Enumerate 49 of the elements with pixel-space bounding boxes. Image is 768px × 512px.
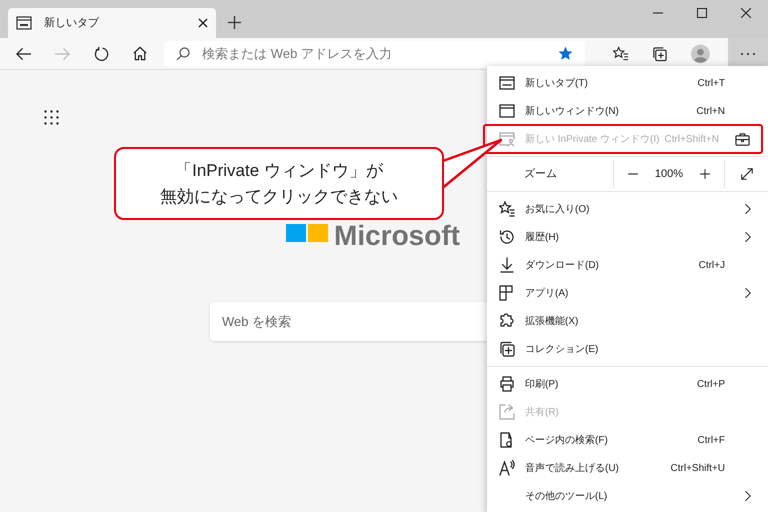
search-placeholder: Web を検索	[222, 312, 292, 331]
minimize-icon[interactable]	[653, 12, 663, 14]
callout-text: 「InPrivate ウィンドウ」が 無効になってクリックできない	[160, 160, 398, 208]
menu-item[interactable]: 履歴(H)	[487, 223, 768, 251]
refresh-icon[interactable]	[94, 46, 110, 62]
menu-item[interactable]: ダウンロード(D) Ctrl+J	[487, 251, 768, 279]
collections-icon	[499, 341, 515, 357]
back-arrow-icon[interactable]	[16, 46, 32, 60]
puzzle-icon	[499, 313, 515, 329]
apps-grid-icon[interactable]	[44, 110, 59, 125]
close-icon[interactable]	[198, 18, 208, 28]
search-icon	[176, 46, 190, 60]
menu-item[interactable]: 新しいウィンドウ(N) Ctrl+N	[487, 97, 768, 125]
address-placeholder: 検索または Web アドレスを入力	[202, 44, 393, 63]
logo-squares-icon	[286, 224, 328, 242]
share-icon	[499, 404, 515, 420]
menu-item[interactable]: ページ内の検索(F) Ctrl+F	[487, 426, 768, 454]
menu-item[interactable]: お気に入り(O)	[487, 195, 768, 223]
tab-page-icon	[16, 16, 32, 30]
star-icon[interactable]	[558, 46, 573, 61]
apps-icon	[499, 285, 515, 301]
menu-item[interactable]: 音声で読み上げる(U) Ctrl+Shift+U	[487, 454, 768, 482]
address-bar[interactable]: 検索または Web アドレスを入力	[164, 40, 585, 66]
home-icon[interactable]	[133, 46, 148, 61]
menu-item[interactable]: 印刷(P) Ctrl+P	[487, 370, 768, 398]
plus-icon	[699, 168, 711, 180]
history-icon	[499, 229, 515, 245]
zoom-level: 100%	[654, 166, 684, 182]
favorites-icon	[499, 201, 515, 217]
read-aloud-icon	[499, 460, 515, 476]
maximize-icon[interactable]	[697, 8, 707, 18]
collections-icon[interactable]	[652, 46, 667, 62]
logo-text: Microsoft	[334, 222, 460, 250]
browser-tab[interactable]: 新しいタブ	[8, 8, 216, 38]
download-icon	[499, 257, 515, 273]
find-page-icon	[499, 432, 515, 448]
avatar-icon[interactable]	[690, 44, 710, 64]
new-tab-icon	[499, 75, 515, 91]
close-icon[interactable]	[741, 8, 751, 18]
expand-arrows-icon	[740, 167, 754, 181]
tab-title: 新しいタブ	[44, 16, 100, 31]
menu-item[interactable]: その他のツール(L)	[487, 482, 768, 510]
private-window-icon	[499, 131, 515, 147]
favorites-icon[interactable]	[612, 46, 629, 61]
menu-item[interactable]: 新しいタブ(T) Ctrl+T	[487, 69, 768, 97]
zoom-label: ズーム	[524, 166, 558, 182]
window-icon	[499, 103, 515, 119]
new-tab-icon[interactable]	[228, 16, 241, 29]
printer-icon	[499, 376, 515, 392]
